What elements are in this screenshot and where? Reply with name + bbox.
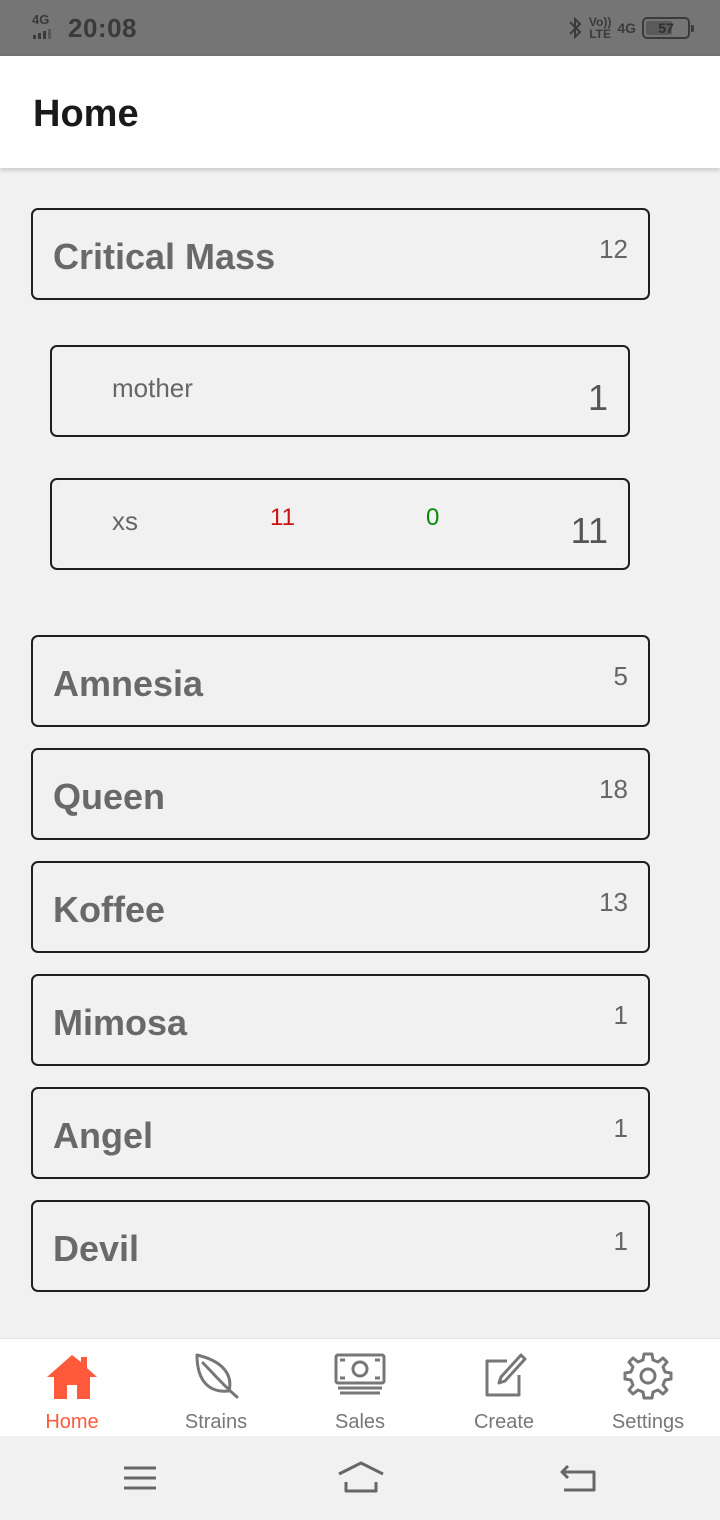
volte-bottom: LTE: [589, 27, 611, 41]
strain-count: 12: [599, 234, 628, 264]
strain-count: 13: [599, 887, 628, 917]
nav-home[interactable]: Home: [0, 1339, 144, 1437]
strain-card-amnesia[interactable]: Amnesia 5: [31, 635, 650, 727]
nav-strains-label: Strains: [184, 1411, 248, 1433]
nav-strains[interactable]: Strains: [144, 1339, 288, 1437]
strain-name: Koffee: [53, 889, 166, 930]
back-icon[interactable]: [556, 1458, 600, 1498]
strain-name: Mimosa: [53, 1002, 188, 1043]
edit-icon: [485, 1353, 527, 1397]
nav-sales[interactable]: Sales: [288, 1339, 432, 1437]
nav-create[interactable]: Create: [432, 1339, 576, 1437]
battery-percent: 57: [658, 20, 674, 36]
strain-count: 1: [613, 1226, 628, 1256]
strain-card-angel[interactable]: Angel 1: [31, 1087, 650, 1179]
batch-red-value: 11: [270, 504, 295, 531]
money-icon: [334, 1353, 386, 1395]
nav-home-label: Home: [45, 1411, 99, 1433]
batch-green-value: 0: [426, 504, 440, 531]
batch-name: xs: [112, 506, 138, 536]
nav-settings-label: Settings: [611, 1411, 685, 1433]
signal-icon: [33, 29, 51, 39]
nav-create-label: Create: [473, 1411, 535, 1433]
gear-icon: [623, 1352, 673, 1400]
volte-indicator: Vo)) LTE: [589, 16, 611, 40]
batch-card-mother[interactable]: mother 1: [50, 345, 630, 437]
strain-name: Devil: [53, 1228, 140, 1269]
strain-name: Queen: [53, 776, 166, 817]
batch-name: mother: [112, 373, 193, 403]
strain-card-queen[interactable]: Queen 18: [31, 748, 650, 840]
app-bar: Home: [0, 56, 720, 168]
status-icons: Vo)) LTE 4G 57: [567, 12, 694, 44]
strain-count: 5: [613, 661, 628, 691]
strain-count: 18: [599, 774, 628, 804]
status-bar: 4G 20:08 Vo)) LTE 4G 57: [0, 0, 720, 56]
page-title: Home: [33, 93, 139, 135]
strain-name: Amnesia: [53, 663, 204, 704]
strain-name: Critical Mass: [53, 236, 276, 277]
nav-settings[interactable]: Settings: [576, 1339, 720, 1437]
clock: 20:08: [68, 13, 137, 43]
nav-sales-label: Sales: [334, 1411, 386, 1433]
system-nav-bar: [0, 1436, 720, 1520]
strain-card-devil[interactable]: Devil 1: [31, 1200, 650, 1292]
strain-card-mimosa[interactable]: Mimosa 1: [31, 974, 650, 1066]
home-button-icon[interactable]: [336, 1458, 386, 1498]
strain-count: 1: [613, 1113, 628, 1143]
home-icon: [47, 1355, 97, 1399]
bottom-nav: Home Strains Sales Create Settings: [0, 1338, 720, 1436]
menu-icon[interactable]: [118, 1458, 162, 1498]
batch-total: 1: [587, 377, 608, 418]
batch-card-xs[interactable]: xs 11 0 11: [50, 478, 630, 570]
batch-total: 11: [570, 510, 608, 551]
strain-count: 1: [613, 1000, 628, 1030]
network-type: 4G: [32, 12, 50, 27]
strain-card-critical-mass[interactable]: Critical Mass 12: [31, 208, 650, 300]
strain-card-koffee[interactable]: Koffee 13: [31, 861, 650, 953]
leaf-icon: [195, 1353, 239, 1399]
strain-name: Angel: [53, 1115, 154, 1156]
battery-icon: 57: [642, 17, 694, 39]
network-type-right: 4G: [617, 20, 636, 36]
bluetooth-icon: [569, 16, 582, 40]
